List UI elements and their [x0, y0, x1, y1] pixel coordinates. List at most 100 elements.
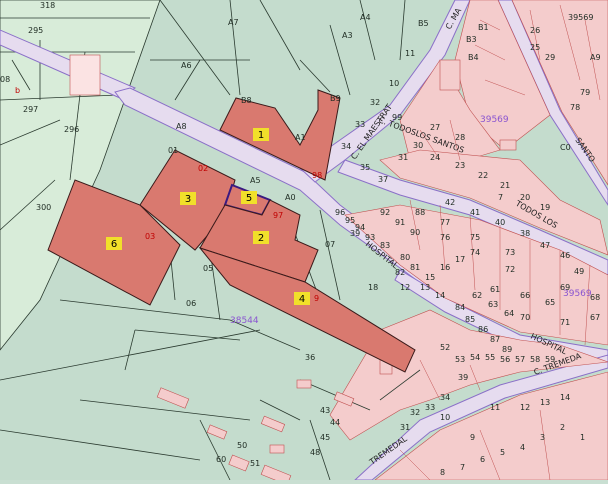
parcel-68: 68	[590, 293, 600, 302]
parcel-a7: A7	[228, 18, 239, 27]
parcel-39: 39	[458, 373, 468, 382]
parcel-45: 45	[320, 433, 330, 442]
parcel-43: 43	[320, 406, 330, 415]
parcel-32: 32	[370, 98, 380, 107]
parcel-12b: 12	[520, 403, 530, 412]
parcel-a4: A4	[360, 13, 371, 22]
parcel-67: 67	[590, 313, 600, 322]
parcel-80: 80	[400, 253, 410, 262]
parcel-a6: A6	[181, 61, 192, 70]
parcel-70: 70	[520, 313, 530, 322]
parcel-34: 34	[341, 142, 351, 151]
parcel-06: 06	[186, 299, 196, 308]
parcel-90: 90	[410, 228, 420, 237]
parcel-a3: A3	[342, 31, 353, 40]
parcel-21: 21	[500, 181, 510, 190]
parcel-55: 55	[485, 353, 495, 362]
parcel-7b: 7	[498, 193, 503, 202]
parcel-05: 05	[203, 264, 213, 273]
parcel-c0: C0	[560, 143, 571, 152]
parcel-a9: A9	[590, 53, 601, 62]
parcel-a1: A1	[295, 133, 306, 142]
parcel-59: 59	[545, 355, 555, 364]
parcel-86: 86	[478, 325, 488, 334]
red-b: b	[15, 86, 20, 95]
parcel-94: 94	[355, 223, 365, 232]
parcel-76: 76	[440, 233, 450, 242]
parcel-99: 99	[392, 113, 402, 122]
parcel-08: 08	[0, 75, 10, 84]
parcel-a0: A0	[285, 193, 296, 202]
parcel-17: 17	[455, 255, 465, 264]
parcel-11b: 11	[490, 403, 500, 412]
parcel-31: 31	[398, 153, 408, 162]
parcel-73: 73	[505, 248, 515, 257]
parcel-30: 30	[413, 141, 423, 150]
parcel-01: 01	[168, 146, 178, 155]
parcel-13: 13	[420, 283, 430, 292]
parcel-32b: 32	[410, 408, 420, 417]
parcel-49: 49	[574, 267, 584, 276]
parcel-51: 51	[250, 459, 260, 468]
parcel-47: 47	[540, 241, 550, 250]
parcel-42: 42	[445, 198, 455, 207]
parcel-4n: 4	[520, 443, 525, 452]
parcel-26: 26	[530, 26, 540, 35]
parcel-11: 11	[405, 49, 415, 58]
parcel-1n: 1	[580, 433, 585, 442]
parcel-33b: 33	[425, 403, 435, 412]
cadastral-map[interactable]: 1 3 5 2 4 6 02 03 97 98 9 b 39569 39569 …	[0, 0, 608, 484]
parcel-77: 77	[440, 218, 450, 227]
parcel-28: 28	[455, 133, 465, 142]
parcel-69: 69	[560, 283, 570, 292]
parcel-9a: 9	[470, 433, 475, 442]
parcel-82: 82	[395, 268, 405, 277]
parcel-27: 27	[430, 123, 440, 132]
parcel-12: 12	[400, 283, 410, 292]
parcel-53: 53	[455, 355, 465, 364]
parcel-83: 83	[380, 241, 390, 250]
parcel-8n: 8	[440, 468, 445, 477]
parcel-15: 15	[425, 273, 435, 282]
parcel-a5: A5	[250, 176, 261, 185]
parcel-300: 300	[36, 203, 51, 212]
parcel-78: 78	[570, 103, 580, 112]
parcel-b1: B1	[478, 23, 489, 32]
parcel-65: 65	[545, 298, 555, 307]
parcel-7n: 7	[460, 463, 465, 472]
parcel-62: 62	[472, 291, 482, 300]
parcel-54: 54	[470, 353, 480, 362]
parcel-3n: 3	[540, 433, 545, 442]
parcel-36: 36	[305, 353, 315, 362]
parcel-37: 37	[378, 175, 388, 184]
parcel-40: 40	[495, 218, 505, 227]
parcel-16: 16	[440, 263, 450, 272]
parcel-72: 72	[505, 265, 515, 274]
parcel-52: 52	[440, 343, 450, 352]
parcel-64: 64	[504, 309, 514, 318]
parcel-29: 29	[545, 53, 555, 62]
parcel-5n: 5	[500, 448, 505, 457]
parcel-88: 88	[415, 208, 425, 217]
parcel-14b: 14	[560, 393, 570, 402]
parcel-61: 61	[490, 285, 500, 294]
parcel-92: 92	[380, 208, 390, 217]
parcel-44: 44	[330, 418, 340, 427]
label-parcel-2: 2	[258, 233, 264, 244]
parcel-b3: B3	[466, 35, 477, 44]
parcel-13b: 13	[540, 398, 550, 407]
red-98: 98	[312, 171, 322, 180]
label-parcel-5: 5	[246, 193, 252, 204]
parcel-63: 63	[488, 300, 498, 309]
parcel-14: 14	[435, 291, 445, 300]
parcel-10: 10	[389, 79, 399, 88]
parcel-22: 22	[478, 171, 488, 180]
parcel-79: 79	[580, 88, 590, 97]
parcel-81: 81	[410, 263, 420, 272]
label-parcel-4: 4	[299, 294, 305, 305]
parcel-07: 07	[325, 240, 335, 249]
parcel-89: 89	[502, 345, 512, 354]
parcel-24: 24	[430, 153, 440, 162]
parcel-91: 91	[395, 218, 405, 227]
parcel-93: 93	[365, 233, 375, 242]
